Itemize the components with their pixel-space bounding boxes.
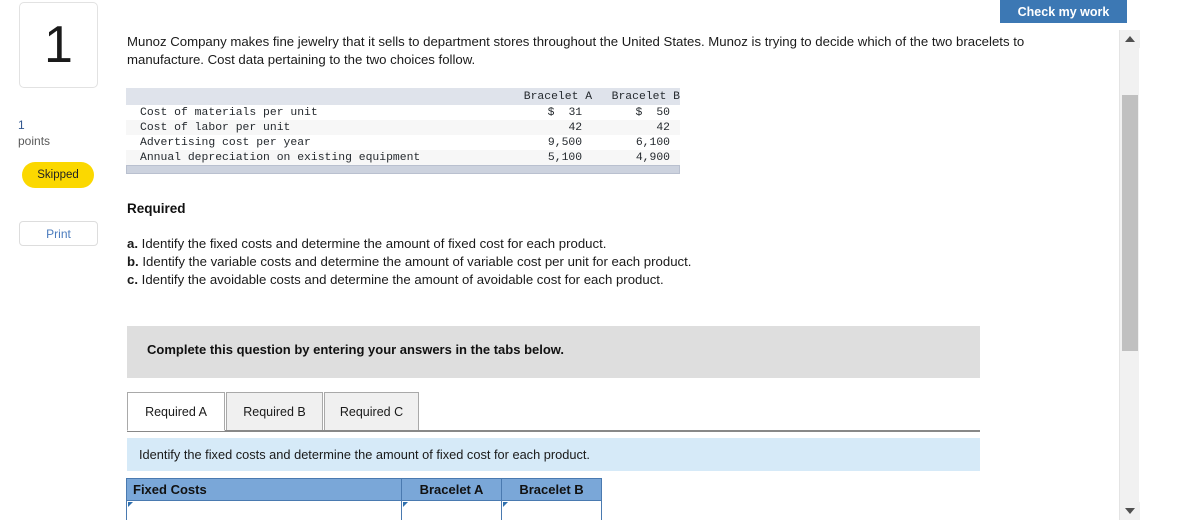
answer-cell-label[interactable] [126, 500, 402, 520]
cost-data-table: Bracelet A Bracelet B Cost of materials … [126, 88, 680, 165]
cost-table-header-bracelet-b: Bracelet B [592, 88, 680, 105]
table-row: Cost of labor per unit 42 42 [126, 120, 680, 135]
cost-row-value-bracelet-a: 9,500 [504, 135, 593, 150]
answer-header-bracelet-a: Bracelet A [401, 478, 502, 501]
answer-table-header-row: Fixed Costs Bracelet A Bracelet B [126, 478, 602, 501]
cost-row-label: Cost of labor per unit [126, 120, 505, 135]
answer-header-fixed-costs: Fixed Costs [126, 478, 402, 501]
cost-data-table-wrapper: Bracelet A Bracelet B Cost of materials … [126, 88, 680, 165]
cost-table-horizontal-scrollbar[interactable] [126, 165, 680, 174]
requirement-b-text: Identify the variable costs and determin… [138, 254, 692, 269]
answer-table-row [126, 500, 602, 520]
scroll-up-button[interactable] [1120, 30, 1140, 48]
points-value: 1 [18, 118, 25, 132]
points-label: points [18, 134, 51, 148]
requirement-c-text: Identify the avoidable costs and determi… [138, 272, 664, 287]
table-row: Cost of materials per unit $31 $50 [126, 105, 680, 120]
triangle-up-icon [1125, 36, 1135, 42]
tab-required-c-label: Required C [339, 404, 404, 419]
cost-row-value-bracelet-a: 5,100 [504, 150, 593, 165]
cost-row-value-bracelet-b: 6,100 [592, 135, 680, 150]
currency-symbol: $ [635, 106, 643, 119]
cost-row-label: Cost of materials per unit [126, 105, 505, 120]
cell-marker-icon [403, 502, 408, 507]
question-body: Munoz Company makes fine jewelry that it… [118, 0, 1118, 520]
currency-symbol: $ [547, 106, 555, 119]
requirement-b-letter: b. [127, 254, 139, 269]
tab-required-c[interactable]: Required C [324, 392, 419, 431]
scroll-down-button[interactable] [1120, 502, 1140, 520]
triangle-down-icon [1125, 508, 1135, 514]
question-sidebar: 1 1 points Skipped Print [0, 0, 118, 520]
requirement-c: c. Identify the avoidable costs and dete… [127, 272, 664, 287]
cost-row-value-bracelet-b: $50 [592, 105, 680, 120]
status-badge-label: Skipped [37, 169, 79, 181]
tab-instruction-text: Identify the fixed costs and determine t… [139, 447, 590, 462]
question-page: 1 1 points Skipped Print Check my work M… [0, 0, 1177, 520]
answer-cell-bracelet-b[interactable] [501, 500, 602, 520]
status-badge: Skipped [22, 162, 94, 188]
tab-required-a[interactable]: Required A [127, 392, 225, 431]
table-row: Advertising cost per year 9,500 6,100 [126, 135, 680, 150]
tab-instruction-bar: Identify the fixed costs and determine t… [127, 438, 980, 471]
cost-row-label: Advertising cost per year [126, 135, 505, 150]
requirement-a-text: Identify the fixed costs and determine t… [138, 236, 607, 251]
tab-underline [127, 430, 980, 432]
answer-cell-bracelet-a[interactable] [401, 500, 502, 520]
requirement-b: b. Identify the variable costs and deter… [127, 254, 691, 269]
scrollbar-thumb[interactable] [1122, 95, 1138, 351]
tab-required-b[interactable]: Required B [226, 392, 323, 431]
cost-row-label: Annual depreciation on existing equipmen… [126, 150, 505, 165]
question-number-card: 1 [19, 2, 98, 88]
table-header-row: Bracelet A Bracelet B [126, 88, 680, 105]
answer-header-bracelet-b: Bracelet B [501, 478, 602, 501]
requirement-a-letter: a. [127, 236, 138, 251]
requirement-c-letter: c. [127, 272, 138, 287]
cell-marker-icon [503, 502, 508, 507]
cell-marker-icon [128, 502, 133, 507]
table-row: Annual depreciation on existing equipmen… [126, 150, 680, 165]
page-scrollbar[interactable] [1119, 30, 1140, 520]
question-number: 1 [44, 16, 73, 74]
cost-row-value-bracelet-b: 42 [592, 120, 680, 135]
required-heading: Required [127, 201, 186, 216]
print-button-label: Print [46, 226, 71, 241]
complete-question-banner: Complete this question by entering your … [127, 326, 980, 378]
requirement-a: a. Identify the fixed costs and determin… [127, 236, 606, 251]
print-button[interactable]: Print [19, 221, 98, 246]
complete-question-text: Complete this question by entering your … [147, 342, 565, 357]
answer-entry-table: Fixed Costs Bracelet A Bracelet B [126, 478, 602, 520]
tab-required-a-label: Required A [145, 404, 207, 419]
cost-table-header-bracelet-a: Bracelet A [504, 88, 593, 105]
cost-table-header-blank [126, 88, 505, 105]
cost-row-value-bracelet-a: $31 [504, 105, 593, 120]
cost-row-value-bracelet-a: 42 [504, 120, 593, 135]
cost-row-value-bracelet-b: 4,900 [592, 150, 680, 165]
tab-required-b-label: Required B [243, 404, 306, 419]
intro-paragraph: Munoz Company makes fine jewelry that it… [127, 34, 1025, 67]
